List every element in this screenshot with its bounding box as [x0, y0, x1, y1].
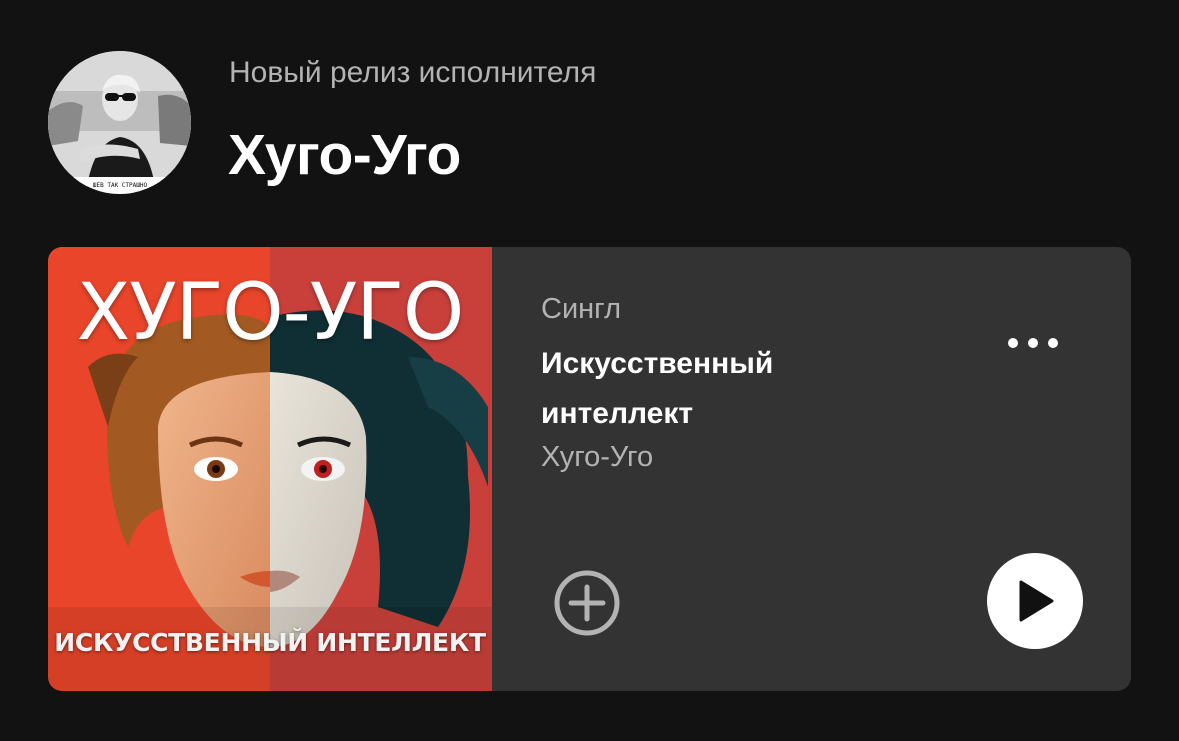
- release-caption: Новый релиз исполнителя: [229, 56, 597, 89]
- more-options-button[interactable]: [1001, 325, 1065, 361]
- avatar-caption: ШЕВ ТАК СТРАШНО: [93, 182, 148, 189]
- play-button[interactable]: [987, 553, 1083, 649]
- release-artist[interactable]: Хуго-Уго: [541, 439, 653, 475]
- add-to-library-button[interactable]: [551, 567, 623, 639]
- cover-art: ХУГО-УГО ИСКУССТВЕННЫЙ ИНТЕЛЛЕКТ: [48, 247, 492, 691]
- artist-photo: ШЕВ ТАК СТРАШНО: [48, 51, 191, 194]
- artist-name[interactable]: Хуго-Уго: [228, 122, 461, 188]
- cover-subtitle: ИСКУССТВЕННЫЙ ИНТЕЛЛЕКТ: [54, 628, 486, 657]
- play-icon: [1019, 580, 1054, 622]
- release-card[interactable]: ХУГО-УГО ИСКУССТВЕННЫЙ ИНТЕЛЛЕКТ Сингл И…: [48, 247, 1131, 691]
- cover-title: ХУГО-УГО: [76, 268, 465, 358]
- artist-avatar[interactable]: ШЕВ ТАК СТРАШНО: [48, 51, 191, 194]
- add-circle-icon: [554, 570, 620, 636]
- release-title[interactable]: Искусственный интеллект: [541, 339, 871, 439]
- more-options-icon: [1008, 338, 1058, 348]
- release-type: Сингл: [541, 293, 622, 325]
- new-release-screen: ШЕВ ТАК СТРАШНО Новый релиз исполнителя …: [0, 0, 1179, 741]
